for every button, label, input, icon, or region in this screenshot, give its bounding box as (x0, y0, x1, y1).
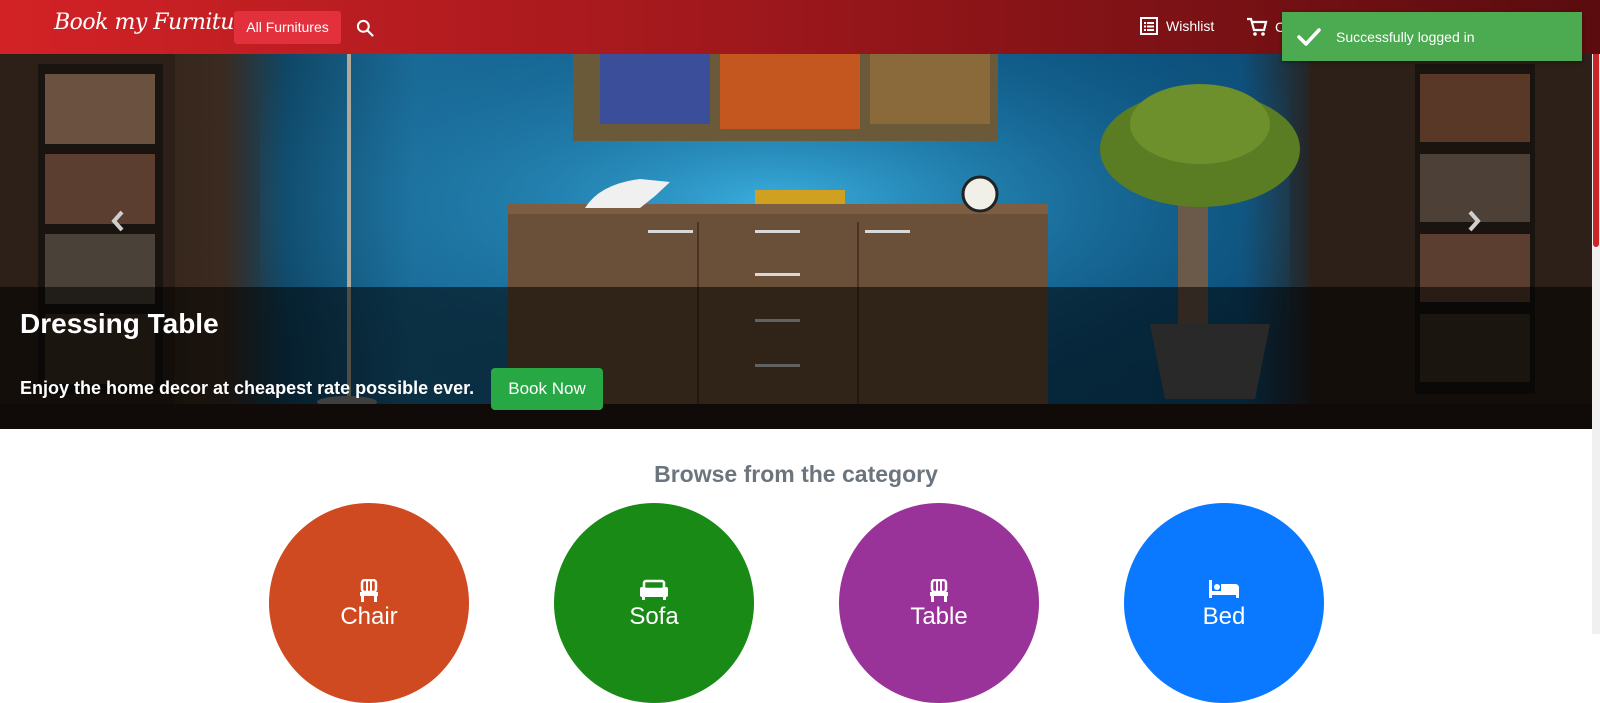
category-sofa[interactable]: Sofa (554, 503, 754, 703)
wishlist-link[interactable]: Wishlist (1140, 17, 1214, 35)
chair-icon (360, 578, 378, 602)
bed-icon (1209, 580, 1239, 598)
category-heading: Browse from the category (654, 461, 938, 487)
hero-caption (0, 287, 1592, 429)
carousel-prev-icon[interactable] (108, 206, 128, 236)
book-now-button[interactable]: Book Now (491, 368, 603, 410)
scrollbar[interactable] (1592, 0, 1600, 634)
cart-link[interactable]: C (1246, 17, 1285, 37)
carousel-next-icon[interactable] (1464, 206, 1484, 236)
category-label: Bed (1202, 603, 1246, 630)
checkmark-icon (1297, 27, 1321, 46)
hero-subtitle: Enjoy the home decor at cheapest rate po… (20, 378, 475, 398)
category-label: Sofa (629, 603, 679, 630)
hero-title: Dressing Table (20, 308, 219, 339)
brand-logo[interactable]: Book my Furniture (54, 10, 257, 35)
category-table[interactable]: Table (839, 503, 1039, 703)
toast-message: Successfully logged in (1336, 28, 1475, 45)
hero-carousel: Dressing Table Enjoy the home decor at c… (0, 54, 1592, 429)
cart-icon (1247, 17, 1268, 36)
search-icon[interactable] (355, 18, 375, 38)
wishlist-label: Wishlist (1166, 18, 1215, 34)
category-label: Chair (340, 603, 398, 630)
category-label: Table (910, 603, 968, 630)
login-success-toast[interactable]: Successfully logged in (1282, 12, 1582, 61)
category-bed[interactable]: Bed (1124, 503, 1324, 703)
all-furnitures-button[interactable]: All Furnitures (234, 11, 341, 44)
category-chair[interactable]: Chair (269, 503, 469, 703)
table-icon (930, 578, 948, 602)
list-icon (1140, 17, 1158, 35)
sofa-icon (640, 579, 668, 600)
